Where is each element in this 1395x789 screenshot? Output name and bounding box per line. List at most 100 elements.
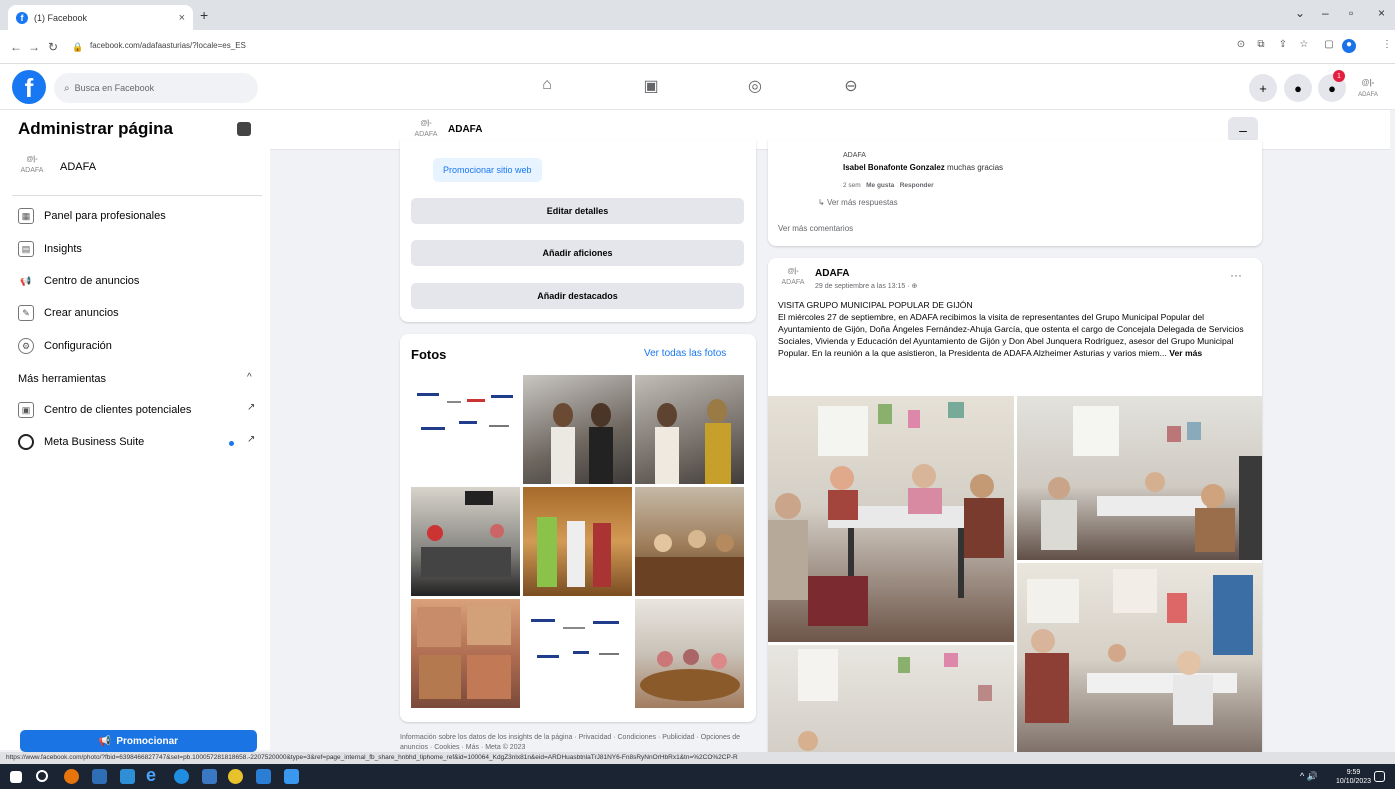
create-plus-icon[interactable]: +: [1249, 74, 1277, 102]
file-explorer-icon[interactable]: [202, 769, 217, 784]
more-replies-link[interactable]: ↳ Ver más respuestas: [818, 198, 898, 207]
post-menu-icon[interactable]: ···: [1230, 268, 1242, 282]
photo-thumbnail[interactable]: [635, 375, 744, 484]
photo-thumbnail[interactable]: [411, 599, 520, 708]
taskbar-clock[interactable]: 9:59 10/10/2023: [1336, 768, 1371, 786]
groups-icon[interactable]: ◎: [744, 76, 766, 98]
close-window-icon[interactable]: ×: [1378, 6, 1385, 20]
profile-icon[interactable]: ●: [1342, 39, 1356, 53]
minimize-icon[interactable]: –: [1322, 6, 1329, 20]
page-name[interactable]: ADAFA: [448, 124, 482, 135]
sidebar-item-label: Centro de anuncios: [44, 275, 140, 287]
more-comments-link[interactable]: Ver más comentarios: [778, 224, 853, 233]
store-icon[interactable]: [120, 769, 135, 784]
back-icon[interactable]: ←: [10, 40, 22, 54]
url-field[interactable]: facebook.com/adafaasturias/?locale=es_ES: [90, 41, 246, 50]
post-date[interactable]: 29 de septiembre a las 13:15 · ⊕: [815, 282, 917, 290]
sidebar-page-selector[interactable]: @|- ADAFA ADAFA: [18, 154, 97, 180]
reply-author[interactable]: Isabel Bonafonte Gonzalez: [843, 163, 945, 172]
reply-link[interactable]: Responder: [900, 182, 934, 189]
add-featured-button[interactable]: Añadir destacados: [411, 283, 744, 309]
reload-icon[interactable]: ↻: [48, 40, 58, 54]
promote-website-button[interactable]: Promocionar sitio web: [433, 158, 542, 182]
sidebar-more-tools[interactable]: Más herramientas: [18, 373, 106, 385]
post-headline: VISITA GRUPO MUNICIPAL POPULAR DE GIJÓN: [778, 300, 973, 310]
sidebar-tool-leads-center[interactable]: ▣ Centro de clientes potenciales: [18, 402, 191, 418]
system-tray-icon[interactable]: ^ 🔊: [1300, 771, 1330, 786]
photo-thumbnail[interactable]: [523, 375, 632, 484]
promote-button[interactable]: 📢 Promocionar: [20, 730, 257, 752]
watch-icon[interactable]: ▣: [640, 76, 662, 98]
photo-thumbnail[interactable]: [523, 599, 632, 708]
firefox-icon[interactable]: [64, 769, 79, 784]
sidebar-tool-meta-business-suite[interactable]: Meta Business Suite: [18, 434, 144, 450]
home-icon[interactable]: ⌂: [536, 76, 558, 98]
address-bar: ← → ↻ 🔒 facebook.com/adafaasturias/?loca…: [0, 30, 1395, 64]
search-placeholder: Busca en Facebook: [74, 83, 155, 93]
gaming-icon[interactable]: ⊖: [840, 76, 862, 98]
post-photo[interactable]: [768, 645, 1014, 754]
post-photo[interactable]: [1017, 396, 1262, 560]
account-avatar[interactable]: @|- ADAFA: [1352, 76, 1384, 102]
post-photo[interactable]: [1017, 563, 1262, 754]
bookmark-star-icon[interactable]: ☆: [1297, 39, 1311, 53]
post-photo[interactable]: [768, 396, 1014, 642]
photo-thumbnail[interactable]: [635, 599, 744, 708]
share-icon[interactable]: ⇪: [1276, 39, 1290, 53]
manage-page-sidebar: Administrar página @|- ADAFA ADAFA ▦ Pane…: [0, 110, 270, 750]
sidebar-icon[interactable]: ▢: [1322, 39, 1336, 53]
photo-thumbnail[interactable]: [411, 375, 520, 484]
browser-menu-icon[interactable]: ⋮: [1380, 39, 1394, 53]
maximize-icon[interactable]: ▫: [1349, 6, 1353, 20]
post-author[interactable]: ADAFA: [815, 268, 849, 279]
task-view-icon[interactable]: [92, 769, 107, 784]
sidebar-tool-label: Centro de clientes potenciales: [44, 404, 192, 416]
add-hobbies-label: Añadir aficiones: [542, 248, 613, 258]
search-input[interactable]: ⌕ Busca en Facebook: [54, 73, 258, 103]
search-icon[interactable]: [36, 770, 48, 782]
search-icon: ⌕: [64, 82, 70, 94]
adafa-logo-icon: @|- ADAFA: [20, 156, 44, 174]
clock-date: 10/10/2023: [1336, 778, 1372, 785]
sidebar-item-insights[interactable]: ▤ Insights: [18, 241, 82, 257]
browser-tab[interactable]: f (1) Facebook ×: [8, 5, 193, 30]
windows-start-icon[interactable]: [10, 771, 22, 783]
translate-icon[interactable]: ⧉: [1254, 39, 1268, 53]
chrome-icon[interactable]: [228, 769, 243, 784]
photo-thumbnail[interactable]: [635, 487, 744, 596]
edge-icon[interactable]: e: [146, 765, 161, 785]
chevron-up-icon[interactable]: ^: [247, 372, 252, 383]
add-hobbies-button[interactable]: Añadir aficiones: [411, 240, 744, 266]
sidebar-item-label: Configuración: [44, 340, 112, 352]
sidebar-item-create-ads[interactable]: ✎ Crear anuncios: [18, 305, 119, 321]
sidebar-item-settings[interactable]: ⚙ Configuración: [18, 338, 112, 354]
comment-author[interactable]: ADAFA: [843, 152, 866, 159]
reply-time: 2 sem: [843, 182, 861, 189]
new-tab-icon[interactable]: +: [200, 7, 208, 23]
notification-center-icon[interactable]: [1374, 771, 1385, 782]
see-more-link[interactable]: Ver más: [1169, 348, 1202, 358]
messenger-icon[interactable]: ●: [1284, 74, 1312, 102]
footer-links[interactable]: Información sobre los datos de los insig…: [400, 733, 760, 753]
photo-thumbnail[interactable]: [411, 487, 520, 596]
external-link-icon[interactable]: ↗: [247, 402, 255, 413]
sidebar-item-panel[interactable]: ▦ Panel para profesionales: [18, 208, 166, 224]
forward-icon[interactable]: →: [28, 40, 40, 54]
sidebar-item-ad-center[interactable]: 📢 Centro de anuncios: [18, 273, 139, 289]
like-link[interactable]: Me gusta: [866, 182, 894, 189]
word-icon[interactable]: [256, 769, 271, 784]
edit-details-button[interactable]: Editar detalles: [411, 198, 744, 224]
more-tools-label: Más herramientas: [18, 373, 107, 385]
facebook-logo-icon[interactable]: f: [12, 70, 46, 104]
external-link-icon[interactable]: ↗: [247, 434, 255, 445]
close-tab-icon[interactable]: ×: [179, 12, 185, 24]
tab-list-chevron-icon[interactable]: ⌄: [1295, 6, 1305, 20]
photo-thumbnail[interactable]: [523, 487, 632, 596]
edge-chromium-icon[interactable]: [174, 769, 189, 784]
mail-icon[interactable]: [284, 769, 299, 784]
leads-icon: ▣: [18, 402, 34, 418]
clock-time: 9:59: [1346, 769, 1361, 776]
see-all-photos-link[interactable]: Ver todas las fotos: [644, 348, 726, 359]
google-lens-icon[interactable]: ⊙: [1234, 39, 1248, 53]
sidebar-toggle-icon[interactable]: [237, 122, 251, 136]
